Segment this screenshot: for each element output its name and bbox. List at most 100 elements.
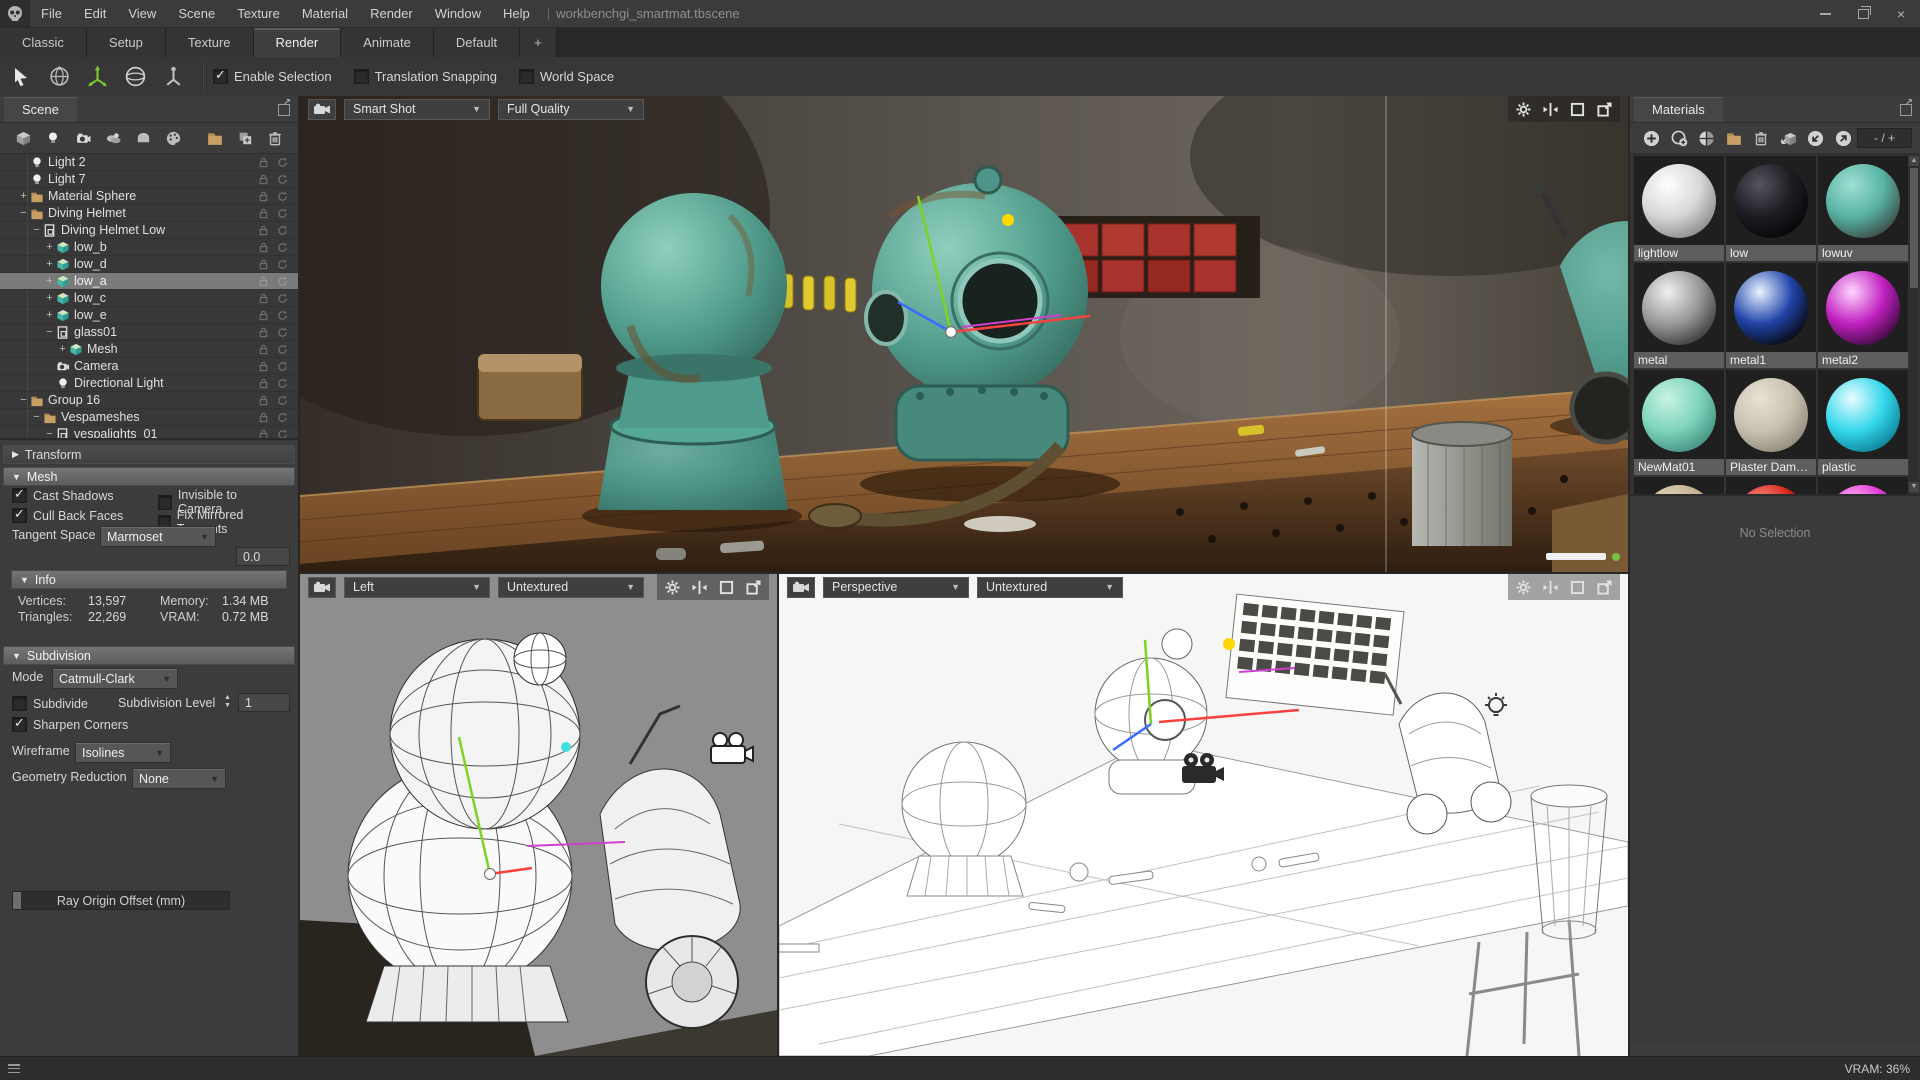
subdivision-level-stepper[interactable]: ▲ ▼ [224, 694, 231, 709]
scroll-down-icon[interactable]: ▼ [1909, 482, 1919, 492]
perspective-viewport[interactable]: Perspective ▼ Untextured ▼ [779, 572, 1628, 1056]
subdivision-section-header[interactable]: ▼ Subdivision [3, 646, 295, 665]
tree-item-diving-helmet-low[interactable]: − Diving Helmet Low [0, 222, 298, 239]
maximize-view-icon[interactable] [1570, 580, 1585, 595]
translate-tool-button[interactable] [80, 61, 114, 93]
tree-expander[interactable]: − [17, 207, 30, 219]
lock-icon[interactable] [258, 174, 269, 185]
tree-expander[interactable]: + [56, 343, 69, 355]
duplicate-button[interactable] [230, 125, 260, 151]
assign-to-selection-button[interactable] [1775, 125, 1802, 151]
transform-section-header[interactable]: ▶ Transform [3, 445, 295, 464]
tree-expander[interactable]: + [17, 190, 30, 202]
material-item-plastic[interactable]: plastic [1818, 370, 1908, 475]
sync-icon[interactable] [277, 242, 288, 253]
lock-icon[interactable] [258, 242, 269, 253]
material-item-unnamed[interactable] [1818, 477, 1908, 494]
sync-icon[interactable] [277, 395, 288, 406]
lock-icon[interactable] [258, 259, 269, 270]
enable-selection-checkbox[interactable]: Enable Selection [213, 67, 332, 84]
new-folder-button[interactable] [200, 125, 230, 151]
tree-expander[interactable]: + [43, 275, 56, 287]
layout-tab-render[interactable]: Render [253, 28, 342, 57]
scale-tool-button[interactable] [156, 61, 190, 93]
delete-button[interactable] [260, 125, 290, 151]
material-item-metal2[interactable]: metal2 [1818, 263, 1908, 368]
tree-item-camera[interactable]: Camera [0, 358, 298, 375]
log-icon[interactable] [8, 1064, 20, 1073]
geometry-reduction-select[interactable]: None ▼ [132, 768, 226, 789]
viewport-settings-gear-icon[interactable] [1516, 580, 1531, 595]
mesh-section-header[interactable]: ▼ Mesh [3, 467, 295, 486]
menu-render[interactable]: Render [359, 0, 424, 27]
sync-icon[interactable] [277, 344, 288, 355]
view-select[interactable]: Perspective ▼ [823, 576, 969, 598]
viewport-settings-gear-icon[interactable] [665, 580, 680, 595]
menu-file[interactable]: File [30, 0, 73, 27]
camera-select[interactable]: Smart Shot ▼ [344, 98, 490, 120]
material-item-metal[interactable]: metal [1634, 263, 1724, 368]
layout-tab-setup[interactable]: Setup [86, 28, 166, 57]
material-item-unnamed[interactable] [1634, 477, 1724, 494]
sync-icon[interactable] [277, 361, 288, 372]
popout-panel-icon[interactable] [1898, 97, 1913, 116]
cull-back-faces-checkbox[interactable]: Cull Back Faces [12, 506, 123, 523]
menu-edit[interactable]: Edit [73, 0, 117, 27]
thumbnail-size-field[interactable]: - / + [1857, 128, 1912, 148]
lock-icon[interactable] [258, 310, 269, 321]
lock-icon[interactable] [258, 344, 269, 355]
tree-expander[interactable]: − [17, 394, 30, 406]
wireframe-select[interactable]: Isolines ▼ [75, 742, 171, 763]
select-tool-button[interactable] [4, 61, 38, 93]
orbit-tool-button[interactable] [42, 61, 76, 93]
tree-item-low-c[interactable]: + low_c [0, 290, 298, 307]
minimize-button[interactable] [1806, 0, 1844, 27]
delete-material-button[interactable] [1748, 125, 1775, 151]
restore-button[interactable] [1844, 0, 1882, 27]
tree-item-light-7[interactable]: Light 7 [0, 171, 298, 188]
popout-view-icon[interactable] [746, 580, 761, 595]
lock-icon[interactable] [258, 276, 269, 287]
tree-expander[interactable]: − [30, 224, 43, 236]
tree-item-vespameshes[interactable]: − Vespameshes [0, 409, 298, 426]
viewport-camera-icon[interactable] [308, 576, 336, 598]
material-item-metal1[interactable]: metal1 [1726, 263, 1816, 368]
rotate-tool-button[interactable] [118, 61, 152, 93]
lock-icon[interactable] [258, 225, 269, 236]
lock-icon[interactable] [258, 429, 269, 440]
export-library-button[interactable] [1830, 125, 1857, 151]
menu-texture[interactable]: Texture [226, 0, 291, 27]
subdivision-mode-select[interactable]: Catmull-Clark ▼ [52, 668, 178, 689]
layout-tab-texture[interactable]: Texture [165, 28, 254, 57]
split-view-icon[interactable] [692, 580, 707, 595]
sync-icon[interactable] [277, 310, 288, 321]
material-item-low[interactable]: low [1726, 156, 1816, 261]
add-sky-button[interactable] [98, 125, 128, 151]
tree-expander[interactable]: − [43, 326, 56, 338]
tree-item-mesh[interactable]: + Mesh [0, 341, 298, 358]
layout-tab-classic[interactable]: Classic [0, 28, 87, 57]
lock-icon[interactable] [258, 395, 269, 406]
maximize-view-icon[interactable] [1570, 102, 1585, 117]
materials-tab[interactable]: Materials [1634, 96, 1723, 122]
tangent-space-select[interactable]: Marmoset ▼ [100, 526, 216, 547]
shading-select[interactable]: Untextured ▼ [977, 576, 1123, 598]
layout-tab-default[interactable]: Default [433, 28, 521, 57]
menu-view[interactable]: View [117, 0, 167, 27]
menu-scene[interactable]: Scene [167, 0, 226, 27]
tree-item-low-b[interactable]: + low_b [0, 239, 298, 256]
add-camera-button[interactable] [68, 125, 98, 151]
info-section-header[interactable]: ▼ Info [11, 570, 287, 589]
viewport-settings-gear-icon[interactable] [1516, 102, 1531, 117]
material-item-lightlow[interactable]: lightlow [1634, 156, 1724, 261]
popout-view-icon[interactable] [1597, 580, 1612, 595]
scene-tab[interactable]: Scene [4, 96, 77, 122]
cast-shadows-checkbox[interactable]: Cast Shadows [12, 486, 114, 503]
add-material-button[interactable] [158, 125, 188, 151]
tree-item-diving-helmet[interactable]: − Diving Helmet [0, 205, 298, 222]
quality-select[interactable]: Full Quality ▼ [498, 98, 644, 120]
add-shadow-catcher-button[interactable] [128, 125, 158, 151]
lock-icon[interactable] [258, 361, 269, 372]
ray-origin-offset-slider[interactable]: Ray Origin Offset (mm) [12, 891, 230, 910]
split-view-icon[interactable] [1543, 580, 1558, 595]
